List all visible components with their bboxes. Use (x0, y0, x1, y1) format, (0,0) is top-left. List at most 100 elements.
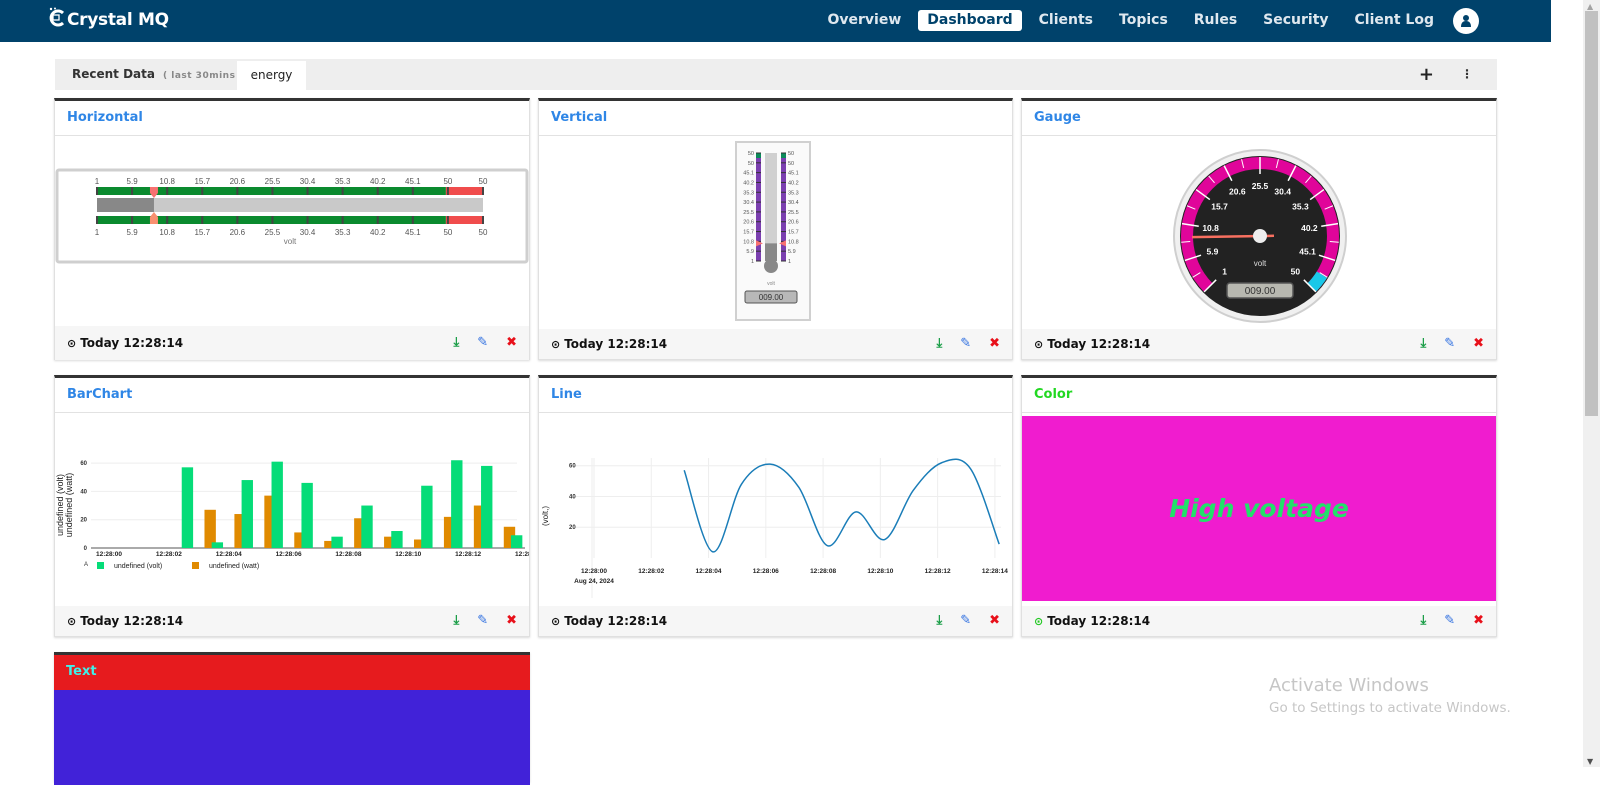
clock-icon: ⊙ (67, 615, 77, 628)
scale-tick (756, 201, 761, 203)
nav-client-log[interactable]: Client Log (1346, 10, 1443, 31)
delete-x-icon[interactable]: ✖ (506, 326, 517, 360)
unit-label: volt (767, 281, 775, 287)
bar-volt (241, 480, 253, 548)
tick-label-left: 50 (748, 161, 754, 167)
tick-label-right: 50 (788, 161, 794, 167)
scale-tick (781, 172, 786, 174)
x-tick-label: 12:28:12 (455, 551, 481, 558)
widget-vertical: Vertical 50 50 50 50 45.1 45.1 40.2 40.2 35.3 35.… (538, 98, 1013, 360)
widget-barchart: BarChart 0 20 40 60 undefined (volt) undefine… (54, 375, 530, 637)
download-icon[interactable]: ⤓ (936, 606, 942, 636)
x-tick-label: 12:28:14 (515, 551, 529, 558)
scale-top-green (756, 153, 761, 158)
scale-tick (756, 172, 761, 174)
scale-tick (131, 187, 134, 195)
crystal-logo-icon (48, 7, 66, 32)
edit-pencil-icon[interactable]: ✎ (1444, 329, 1455, 359)
edit-pencil-icon[interactable]: ✎ (477, 606, 488, 636)
add-widget-plus-icon[interactable]: + (1419, 64, 1434, 85)
nav-dashboard[interactable]: Dashboard (918, 10, 1022, 31)
delete-x-icon[interactable]: ✖ (506, 606, 517, 636)
tick-label-bottom: 15.7 (194, 228, 210, 237)
edit-pencil-icon[interactable]: ✎ (960, 329, 971, 359)
download-icon[interactable]: ⤓ (936, 329, 942, 359)
gauge-tick-label: 50 (1291, 266, 1301, 276)
edit-pencil-icon[interactable]: ✎ (1444, 606, 1455, 636)
scale-green (97, 216, 446, 224)
nav-clients[interactable]: Clients (1030, 10, 1102, 31)
tab-energy[interactable]: energy (237, 61, 306, 90)
widget-footer: ⊙ Today 12:28:14 ⤓ ✎ ✖ (55, 606, 529, 636)
x-tick-label: 12:28:00 (581, 568, 607, 575)
widget-title: Line (539, 378, 1012, 413)
legend-page-marker: A (84, 562, 88, 568)
tick-label-top: 15.7 (194, 177, 210, 186)
nav-topics[interactable]: Topics (1110, 10, 1177, 31)
download-icon[interactable]: ⤓ (1420, 329, 1426, 359)
gauge-tick-label: 45.1 (1299, 246, 1316, 256)
bar-volt (361, 505, 373, 548)
needle-hub (1253, 229, 1267, 243)
tick-label-right: 25.5 (788, 210, 799, 216)
download-icon[interactable]: ⤓ (453, 606, 459, 636)
minor-tick (1181, 240, 1191, 243)
scale-tick (411, 216, 414, 224)
download-icon[interactable]: ⤓ (453, 326, 459, 360)
tick-label-bottom: 30.4 (300, 228, 316, 237)
x-tick-label: 12:28:04 (216, 551, 242, 558)
tick-label-top: 1 (95, 177, 100, 186)
page-scrollbar[interactable]: ▲ ▼ (1583, 0, 1600, 767)
edit-pencil-icon[interactable]: ✎ (960, 606, 971, 636)
scale-red (445, 187, 483, 195)
tick-label-right: 1 (788, 259, 791, 265)
legend-label: undefined (volt) (114, 563, 162, 570)
unit-label: volt (1254, 259, 1267, 268)
nav-overview[interactable]: Overview (818, 10, 910, 31)
nav-security[interactable]: Security (1254, 10, 1337, 31)
delete-x-icon[interactable]: ✖ (989, 329, 1000, 359)
tick-label-top: 50 (443, 177, 452, 186)
user-avatar-button[interactable] (1453, 8, 1479, 34)
scale-tick (756, 152, 761, 154)
scroll-up-arrow-icon[interactable]: ▲ (1587, 2, 1593, 11)
scale-tick (482, 187, 484, 195)
legend-swatch (192, 562, 199, 569)
tab-recent-data[interactable]: Recent Data ( last 30mins ) (72, 59, 244, 90)
main-nav: Overview Dashboard Clients Topics Rules … (810, 10, 1477, 31)
gauge-tick-label: 30.4 (1274, 186, 1291, 196)
scroll-thumb[interactable] (1585, 11, 1598, 416)
tick-label-left: 40.2 (743, 180, 754, 186)
brand-name: Crystal MQ (67, 9, 169, 30)
clock-icon: ⊙ (551, 615, 561, 628)
delete-x-icon[interactable]: ✖ (1473, 606, 1484, 636)
tick-label-top: 30.4 (300, 177, 316, 186)
nav-rules[interactable]: Rules (1185, 10, 1246, 31)
widget-footer: ⊙ Today 12:28:14 ⤓ ✎ ✖ (1022, 329, 1496, 359)
gauge-tick-label: 40.2 (1301, 223, 1318, 233)
x-tick-label: 12:28:06 (276, 551, 302, 558)
clock-icon: ⊙ (1034, 615, 1044, 628)
download-icon[interactable]: ⤓ (1420, 606, 1426, 636)
edit-pencil-icon[interactable]: ✎ (477, 326, 488, 360)
scale-tick (236, 187, 239, 195)
scale-green (97, 187, 446, 195)
tick-label-left: 50 (748, 151, 754, 157)
bulb (764, 259, 778, 273)
tick-label-bottom: 50 (443, 228, 452, 237)
scale-tick (756, 221, 761, 223)
tick-label-right: 45.1 (788, 171, 799, 177)
scale-tick (236, 216, 239, 224)
watermark-line1: Activate Windows (1269, 675, 1429, 696)
tick-label-right: 35.3 (788, 190, 799, 196)
delete-x-icon[interactable]: ✖ (989, 606, 1000, 636)
display-value: 009.00 (1245, 286, 1276, 297)
widget-timestamp: Today 12:28:14 (564, 337, 668, 351)
delete-x-icon[interactable]: ✖ (1473, 329, 1484, 359)
brand-logo[interactable]: Crystal MQ (48, 7, 169, 32)
tick-label-right: 10.8 (788, 239, 799, 245)
scroll-down-arrow-icon[interactable]: ▼ (1587, 757, 1593, 766)
scale-tick (96, 216, 98, 224)
scale-tick (756, 162, 761, 164)
more-options-icon[interactable]: ⋮ (1461, 67, 1473, 81)
